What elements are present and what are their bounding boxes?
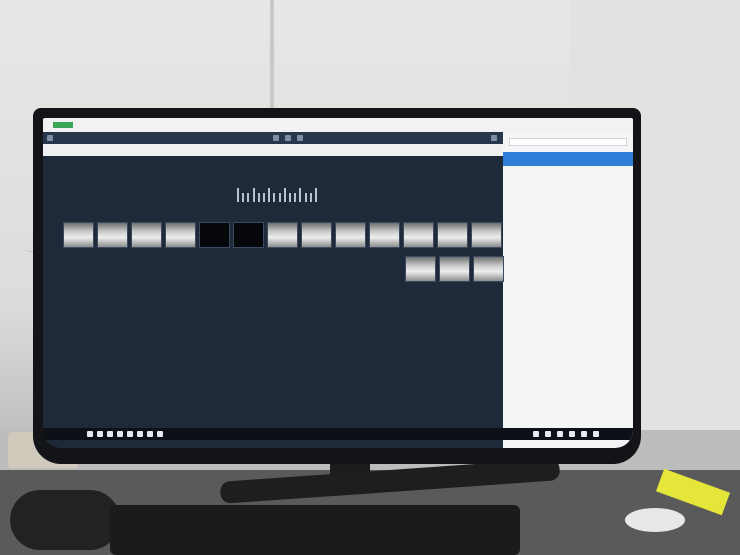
xray-thumbnail[interactable] <box>233 222 264 248</box>
xray-thumbnail[interactable] <box>63 222 94 248</box>
tool-icon[interactable] <box>285 135 291 141</box>
taskbar-app-icon[interactable] <box>147 431 153 437</box>
xray-thumbnail[interactable] <box>471 222 502 248</box>
taskbar-app-icon[interactable] <box>157 431 163 437</box>
tooth-mark[interactable] <box>304 193 307 202</box>
tooth-mark[interactable] <box>263 193 265 202</box>
dental-chart[interactable] <box>233 178 323 212</box>
mouse <box>10 490 120 550</box>
xray-thumbnail[interactable] <box>473 256 504 282</box>
tray-icon[interactable] <box>581 431 587 437</box>
close-icon[interactable] <box>491 135 497 141</box>
tray-icon[interactable] <box>569 431 575 437</box>
xray-thumbnail[interactable] <box>301 222 332 248</box>
tool-icon[interactable] <box>297 135 303 141</box>
panel-search-input[interactable] <box>509 138 627 146</box>
tooth-mark[interactable] <box>268 188 271 202</box>
tooth-mark[interactable] <box>278 193 281 202</box>
taskbar-app-icon[interactable] <box>117 431 123 437</box>
tooth-mark[interactable] <box>242 193 245 202</box>
round-object <box>625 508 685 532</box>
xray-thumbnail[interactable] <box>439 256 470 282</box>
photo-scene <box>0 0 740 555</box>
search-bar[interactable] <box>43 144 503 156</box>
taskbar-app-icon[interactable] <box>127 431 133 437</box>
tooth-mark[interactable] <box>283 188 286 202</box>
xray-thumbnail[interactable] <box>403 222 434 248</box>
tooth-mark[interactable] <box>247 193 250 202</box>
wall-edge <box>270 0 274 120</box>
xray-thumbnail[interactable] <box>267 222 298 248</box>
taskbar-app-icon[interactable] <box>137 431 143 437</box>
xray-thumbnail[interactable] <box>199 222 230 248</box>
panel-selected-item[interactable] <box>503 152 633 166</box>
xray-thumbnail[interactable] <box>165 222 196 248</box>
tooth-mark[interactable] <box>273 193 276 202</box>
tray-icon[interactable] <box>593 431 599 437</box>
keyboard <box>110 505 520 555</box>
tray-icon[interactable] <box>557 431 563 437</box>
menu-icon[interactable] <box>47 135 53 141</box>
xray-thumbnail[interactable] <box>131 222 162 248</box>
tooth-mark[interactable] <box>257 193 260 202</box>
tooth-mark[interactable] <box>237 188 239 202</box>
right-panel <box>503 132 633 448</box>
taskbar-app-icon[interactable] <box>107 431 113 437</box>
xray-thumbnail[interactable] <box>335 222 366 248</box>
tooth-mark[interactable] <box>252 188 255 202</box>
app-logo <box>53 122 73 128</box>
xray-thumbnail[interactable] <box>437 222 468 248</box>
tray-icon[interactable] <box>533 431 539 437</box>
app-titlebar <box>43 118 633 132</box>
tooth-mark[interactable] <box>299 188 302 202</box>
tooth-mark[interactable] <box>289 193 291 202</box>
taskbar <box>43 428 633 440</box>
tooth-mark[interactable] <box>294 193 297 202</box>
taskbar-app-icon[interactable] <box>97 431 103 437</box>
xray-thumbnail[interactable] <box>369 222 400 248</box>
xray-thumbnail[interactable] <box>97 222 128 248</box>
tooth-mark[interactable] <box>315 188 317 202</box>
toolbar <box>43 132 503 144</box>
tool-icon[interactable] <box>273 135 279 141</box>
tray-icon[interactable] <box>545 431 551 437</box>
xray-thumbnail[interactable] <box>405 256 436 282</box>
tooth-mark[interactable] <box>309 193 312 202</box>
monitor-screen <box>43 118 633 448</box>
start-icon[interactable] <box>87 431 93 437</box>
